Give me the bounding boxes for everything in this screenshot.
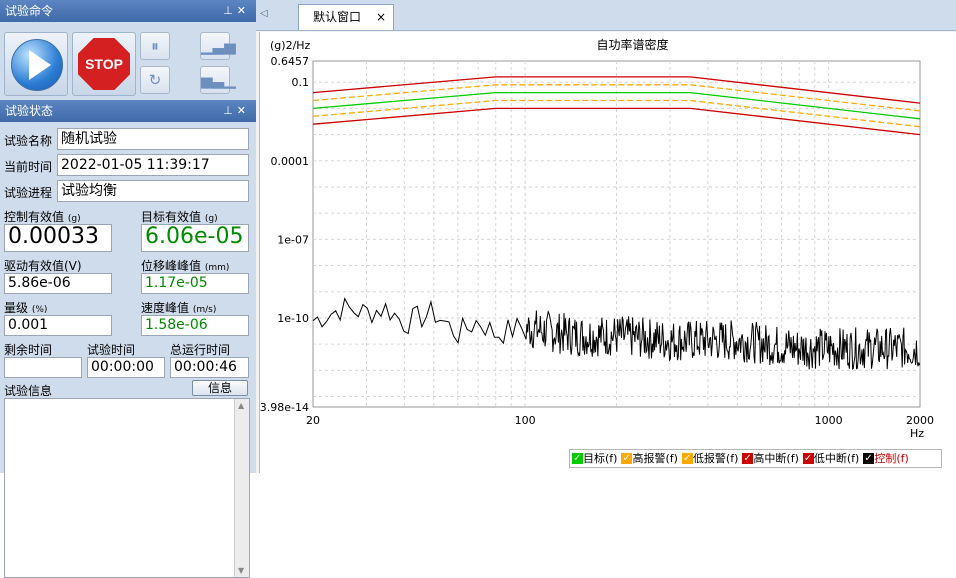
y-tick-label: 0.1 [292,76,310,89]
pause-icon: ⏸ [151,37,159,55]
command-panel-title: 试验命令 [5,4,54,18]
level-value: 0.001 [4,315,112,336]
legend-checkbox-icon[interactable] [742,450,754,467]
status-panel-header: 试验状态 ⊥✕ [0,100,256,122]
refresh-arrow-icon: ↻ [148,71,162,89]
level-down-icon: ▅▃▁ [201,71,236,89]
progress-label: 试验进程 [4,186,53,200]
tab-default-window[interactable]: 默认窗口 × [298,4,394,30]
x-tick-label: 1000 [815,414,843,427]
remain-time-label: 剩余时间 [4,343,53,357]
legend-label: 高报警(f) [632,452,678,465]
name-field: 随机试验 [57,128,249,150]
main-window-area: ◁ 默认窗口 × 自功率谱密度 (g)2/Hz Hz 0.6457 0.1 0.0001 1… [256,0,956,473]
progress-field: 试验均衡 [57,180,249,202]
vel-label: 速度峰值 (m/s) [141,301,217,315]
legend-item[interactable]: 目标(f) [572,450,617,467]
ctrl-rms-label: 控制有效值 (g) [4,210,81,224]
disp-label: 位移峰峰值 (mm) [141,259,230,273]
chart-title: 自功率谱密度 [597,37,669,52]
chart-legend: 目标(f) 高报警(f) 低报警(f) 高中断(f) 低中断(f) 控制(f) [569,449,942,468]
y-tick-label: 1e-10 [277,312,309,325]
pin-icon[interactable]: ⊥ [223,4,237,17]
info-scrollbar[interactable]: ▲ ▼ [234,399,249,577]
legend-item[interactable]: 高报警(f) [621,450,678,467]
scroll-up-icon[interactable]: ▲ [238,401,244,410]
legend-checkbox-icon[interactable] [681,450,693,467]
legend-label: 低报警(f) [692,452,739,465]
level-down-button[interactable]: ▅▃▁ [200,66,236,94]
y-tick-label: 3.98e-14 [260,401,309,414]
refresh-button[interactable]: ↻ [140,66,170,94]
command-panel: STOP ⏸ ▁▃▅ ↻ ▅▃▁ [0,22,256,96]
close-icon[interactable]: ✕ [237,4,250,17]
command-panel-header: 试验命令 ⊥✕ [0,0,256,22]
info-button[interactable]: 信息 [192,380,248,396]
tab-scroll-left-icon[interactable]: ◁ [260,8,268,19]
tab-bar: ◁ 默认窗口 × [256,0,956,31]
left-panel: 试验命令 ⊥✕ STOP ⏸ ▁▃▅ ↻ ▅▃▁ 试验状态 ⊥✕ 试验名称 随机… [0,0,256,578]
ctrl-rms-value: 0.00033 [4,224,112,252]
legend-item[interactable]: 控制(f) [863,450,909,467]
test-time-label: 试验时间 [87,343,136,357]
pause-button[interactable]: ⏸ [140,32,170,60]
status-panel: 试验名称 随机试验 当前时间 2022-01-05 11:39:17 试验进程 … [0,122,256,578]
total-time-value: 00:00:46 [170,357,249,378]
level-label: 量级 (%) [4,301,48,315]
total-time-label: 总运行时间 [170,343,231,357]
legend-label: 控制(f) [874,452,909,465]
x-tick-label: 20 [306,414,320,427]
y-tick-label: 0.0001 [271,155,310,168]
legend-item[interactable]: 高中断(f) [742,450,799,467]
time-field: 2022-01-05 11:39:17 [57,154,249,176]
legend-label: 高中断(f) [753,452,799,465]
x-axis-label: Hz [910,427,924,440]
target-rms-label: 目标有效值 (g) [141,210,218,224]
target-rms-value: 6.06e-05 [141,224,249,252]
info-textarea[interactable]: ▲ ▼ [4,398,250,578]
pin-icon[interactable]: ⊥ [223,104,237,117]
info-label: 试验信息 [4,384,53,398]
vel-value: 1.58e-06 [141,315,249,336]
tab-label: 默认窗口 [313,10,362,24]
stop-icon: STOP [78,38,130,90]
y-tick-label: 1e-07 [277,233,309,246]
close-icon[interactable]: ✕ [237,104,250,117]
y-tick-label: 0.6457 [271,55,310,68]
stop-button[interactable]: STOP [72,32,136,96]
name-label: 试验名称 [4,134,53,148]
status-panel-title: 试验状态 [5,104,54,118]
psd-chart[interactable]: 自功率谱密度 (g)2/Hz Hz 0.6457 0.1 0.0001 1e-07 1e-10… [260,32,956,473]
psd-chart-panel: 自功率谱密度 (g)2/Hz Hz 0.6457 0.1 0.0001 1e-07 1e-10… [259,32,956,473]
legend-item[interactable]: 低报警(f) [681,450,739,467]
time-label: 当前时间 [4,160,53,174]
disp-value: 1.17e-05 [141,273,249,294]
legend-label: 低中断(f) [813,452,860,465]
scroll-down-icon[interactable]: ▼ [238,566,244,575]
x-tick-label: 100 [515,414,536,427]
legend-checkbox-icon[interactable] [802,450,814,467]
tab-close-icon[interactable]: × [376,5,386,29]
legend-label: 目标(f) [583,452,618,465]
legend-checkbox-icon[interactable] [621,450,633,467]
level-up-icon: ▁▃▅ [201,37,236,55]
x-tick-label: 2000 [906,414,934,427]
drive-rms-value: 5.86e-06 [4,273,112,294]
remain-time-value [4,357,82,378]
play-button[interactable] [4,32,68,96]
test-time-value: 00:00:00 [87,357,165,378]
legend-checkbox-icon[interactable] [863,450,875,467]
level-up-button[interactable]: ▁▃▅ [200,32,236,60]
legend-item[interactable]: 低中断(f) [802,450,860,467]
drive-rms-label: 驱动有效值(V) [4,259,82,273]
legend-checkbox-icon[interactable] [572,450,583,467]
y-axis-label: (g)2/Hz [270,39,311,52]
